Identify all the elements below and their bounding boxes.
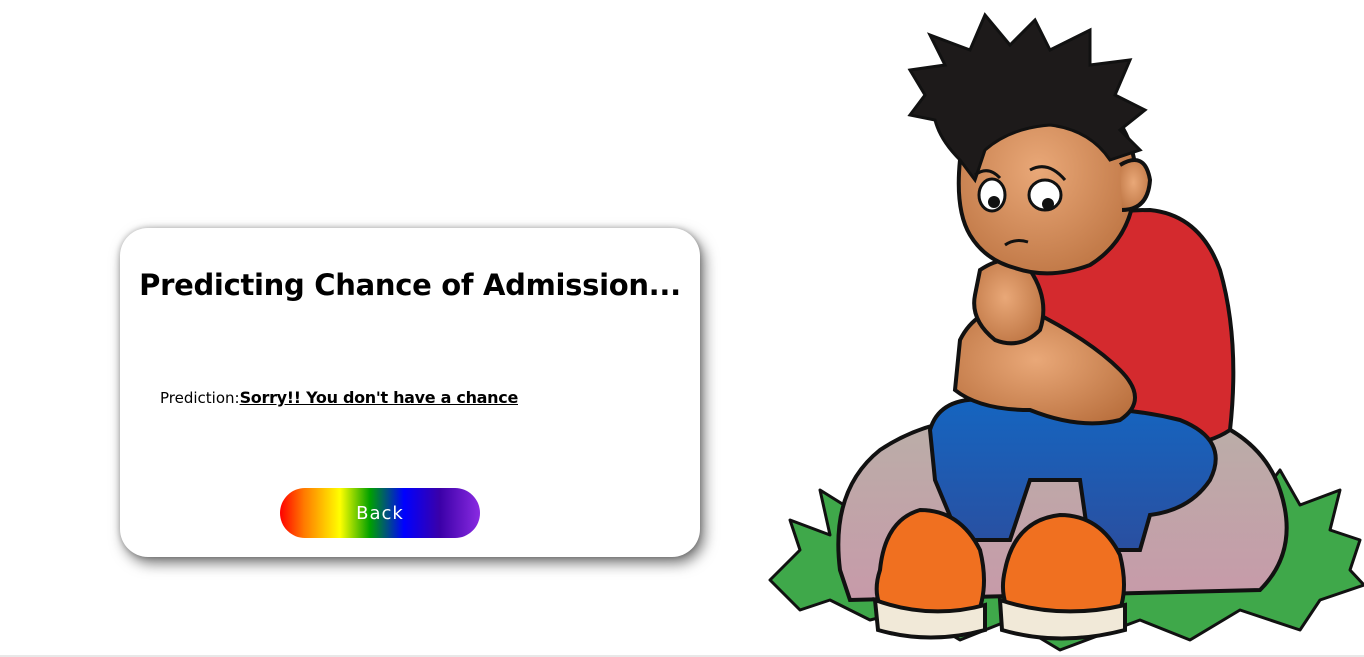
result-card: Predicting Chance of Admission... Predic… — [120, 228, 700, 557]
prediction-row: Prediction:Sorry!! You don't have a chan… — [160, 388, 518, 407]
sad-boy-illustration — [768, 12, 1364, 652]
prediction-result: Sorry!! You don't have a chance — [239, 388, 519, 407]
prediction-label: Prediction: — [160, 389, 240, 407]
page: Predicting Chance of Admission... Predic… — [0, 0, 1364, 657]
ear-shape — [1118, 158, 1153, 212]
back-button[interactable]: Back — [280, 488, 480, 538]
page-title: Predicting Chance of Admission... — [139, 268, 681, 302]
